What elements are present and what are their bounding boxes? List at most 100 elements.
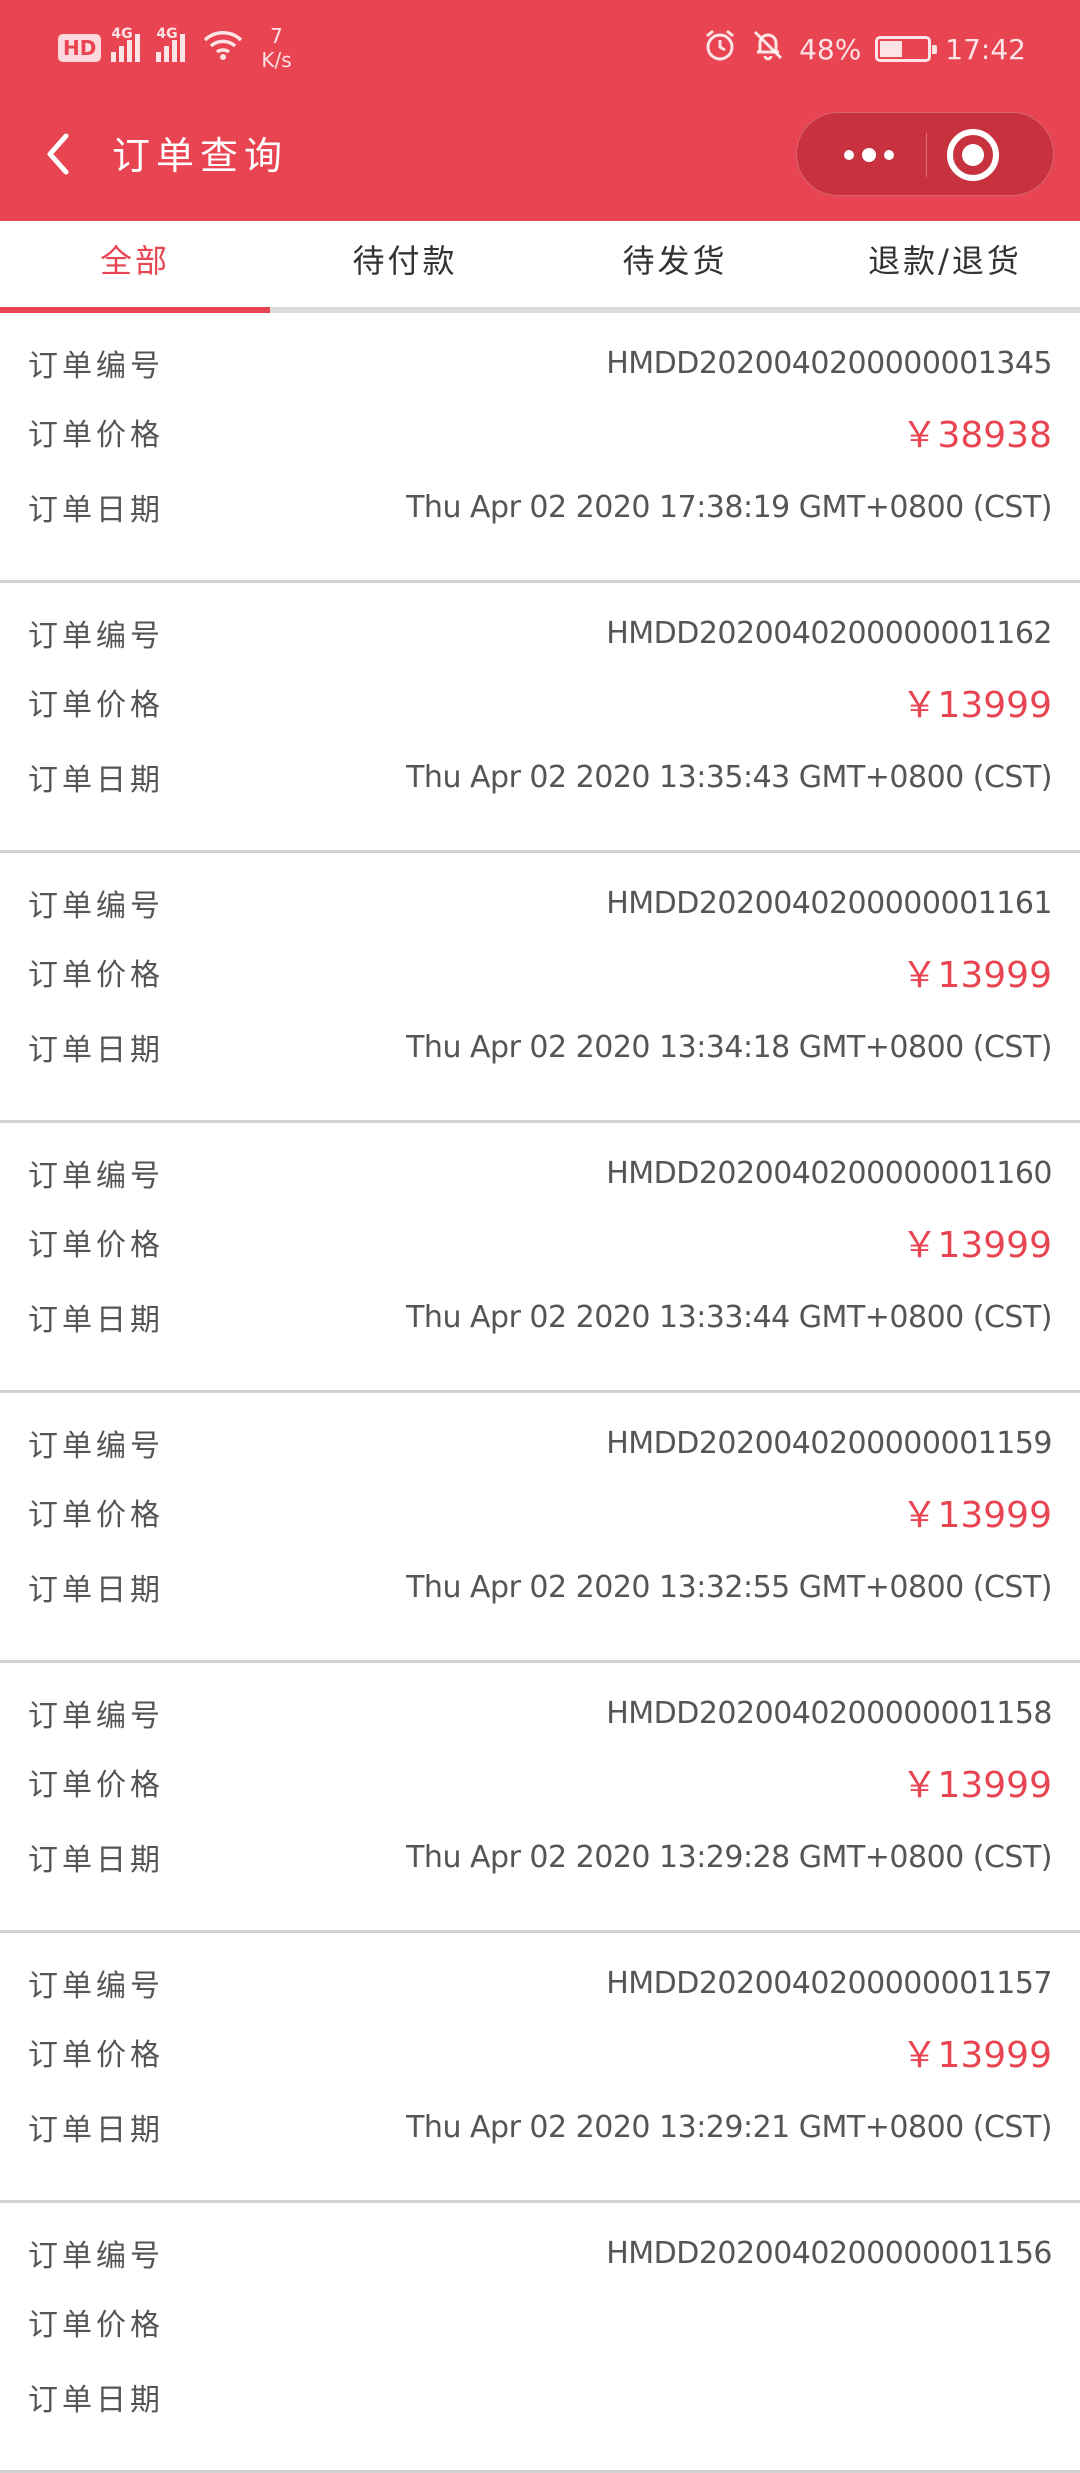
order-price-label: 订单价格 (28, 1768, 164, 1803)
order-number-row: 订单编号 HMDD2020040200000001162 (28, 608, 1052, 658)
order-number-value: HMDD2020040200000001159 (606, 1425, 1052, 1461)
target-icon (962, 144, 984, 166)
chevron-left-icon (47, 133, 69, 175)
order-date-value: Thu Apr 02 2020 17:38:19 GMT+0800 (CST) (406, 489, 1052, 525)
net-speed: 7 K/s (261, 24, 291, 72)
order-price-label: 订单价格 (28, 688, 164, 723)
battery-fill (880, 41, 903, 57)
order-date-label: 订单日期 (28, 1843, 164, 1878)
order-price-row: 订单价格 (28, 2297, 1052, 2347)
tab-1[interactable]: 待付款 (270, 221, 540, 307)
order-list: 订单编号 HMDD2020040200000001345 订单价格 ￥38938 订单日… (0, 313, 1080, 2473)
tab-3[interactable]: 退款/退货 (810, 221, 1080, 307)
order-item[interactable]: 订单编号 HMDD2020040200000001159 订单价格 ￥13999 订单日… (0, 1393, 1080, 1663)
order-price-label: 订单价格 (28, 2308, 164, 2343)
order-price-row: 订单价格 ￥13999 (28, 1217, 1052, 1267)
order-number-value: HMDD2020040200000001160 (606, 1155, 1052, 1191)
order-price-value: ￥13999 (901, 2035, 1052, 2076)
order-number-value: HMDD2020040200000001158 (606, 1695, 1052, 1731)
order-date-row: 订单日期 Thu Apr 02 2020 13:33:44 GMT+0800 (C… (28, 1292, 1052, 1342)
signal-4g-icon: 4G (111, 26, 141, 62)
order-price-label: 订单价格 (28, 2038, 164, 2073)
tab-0[interactable]: 全部 (0, 221, 270, 313)
order-number-label: 订单编号 (28, 619, 164, 654)
order-item[interactable]: 订单编号 HMDD2020040200000001156 订单价格订单日期 (0, 2203, 1080, 2473)
order-date-value: Thu Apr 02 2020 13:29:21 GMT+0800 (CST) (406, 2109, 1052, 2145)
order-number-row: 订单编号 HMDD2020040200000001157 (28, 1958, 1052, 2008)
order-price-label: 订单价格 (28, 418, 164, 453)
order-price-value: ￥13999 (901, 1495, 1052, 1536)
order-number-value: HMDD2020040200000001162 (606, 615, 1052, 651)
hd-icon: HD (58, 34, 102, 62)
more-button[interactable] (819, 113, 919, 197)
order-number-row: 订单编号 HMDD2020040200000001345 (28, 338, 1052, 388)
status-bar: HD 4G 4G 7 K/s 48% 17:42 (0, 0, 1080, 96)
order-tabs: 全部 待付款 待发货 退款/退货 (0, 221, 1080, 313)
order-price-label: 订单价格 (28, 958, 164, 993)
order-date-value: Thu Apr 02 2020 13:29:28 GMT+0800 (CST) (406, 1839, 1052, 1875)
order-date-label: 订单日期 (28, 493, 164, 528)
order-date-label: 订单日期 (28, 1033, 164, 1068)
back-button[interactable] (30, 124, 90, 184)
nav-bar: 订单查询 (0, 96, 1080, 221)
order-date-row: 订单日期 Thu Apr 02 2020 13:32:55 GMT+0800 (C… (28, 1562, 1052, 1612)
order-number-label: 订单编号 (28, 1969, 164, 2004)
battery-icon (875, 36, 938, 62)
order-number-label: 订单编号 (28, 1429, 164, 1464)
order-date-value: Thu Apr 02 2020 13:32:55 GMT+0800 (CST) (406, 1569, 1052, 1605)
order-price-row: 订单价格 ￥13999 (28, 677, 1052, 727)
app-header: HD 4G 4G 7 K/s 48% 17:42 订单查询 (0, 0, 1080, 221)
order-number-row: 订单编号 HMDD2020040200000001156 (28, 2228, 1052, 2278)
order-number-label: 订单编号 (28, 1699, 164, 1734)
order-item[interactable]: 订单编号 HMDD2020040200000001160 订单价格 ￥13999 订单日… (0, 1123, 1080, 1393)
page-title: 订单查询 (112, 134, 289, 178)
signal-4g-icon: 4G (156, 26, 186, 62)
order-price-row: 订单价格 ￥13999 (28, 1487, 1052, 1537)
clock: 17:42 (945, 32, 1026, 66)
order-price-value: ￥38938 (901, 415, 1052, 456)
order-number-row: 订单编号 HMDD2020040200000001160 (28, 1148, 1052, 1198)
order-date-value: Thu Apr 02 2020 13:33:44 GMT+0800 (CST) (406, 1299, 1052, 1335)
order-date-label: 订单日期 (28, 763, 164, 798)
order-number-label: 订单编号 (28, 889, 164, 924)
order-price-label: 订单价格 (28, 1228, 164, 1263)
order-date-label: 订单日期 (28, 2113, 164, 2148)
tab-2[interactable]: 待发货 (540, 221, 810, 307)
order-item[interactable]: 订单编号 HMDD2020040200000001157 订单价格 ￥13999 订单日… (0, 1933, 1080, 2203)
order-date-row: 订单日期 Thu Apr 02 2020 17:38:19 GMT+0800 (C… (28, 482, 1052, 532)
more-dots-icon (844, 150, 854, 160)
order-number-label: 订单编号 (28, 1159, 164, 1194)
order-number-value: HMDD2020040200000001157 (606, 1965, 1052, 2001)
miniprogram-capsule (796, 112, 1054, 196)
order-price-row: 订单价格 ￥13999 (28, 947, 1052, 997)
order-date-row: 订单日期 Thu Apr 02 2020 13:29:21 GMT+0800 (C… (28, 2102, 1052, 2152)
order-number-label: 订单编号 (28, 2239, 164, 2274)
net-type-label: 4G (111, 26, 133, 42)
net-speed-value: 7 (270, 24, 283, 48)
order-number-row: 订单编号 HMDD2020040200000001159 (28, 1418, 1052, 1468)
order-date-row: 订单日期 (28, 2372, 1052, 2422)
close-miniprogram-button[interactable] (947, 129, 999, 181)
order-item[interactable]: 订单编号 HMDD2020040200000001161 订单价格 ￥13999 订单日… (0, 853, 1080, 1123)
status-right: 48% 17:42 (703, 28, 1026, 70)
order-price-value: ￥13999 (901, 955, 1052, 996)
net-speed-unit: K/s (261, 48, 292, 72)
net-type-label: 4G (156, 26, 178, 42)
alarm-icon (703, 28, 737, 70)
order-price-row: 订单价格 ￥13999 (28, 2027, 1052, 2077)
order-number-value: HMDD2020040200000001345 (606, 345, 1052, 381)
status-left: HD 4G 4G 7 K/s (58, 24, 292, 72)
order-number-row: 订单编号 HMDD2020040200000001158 (28, 1688, 1052, 1738)
order-price-value: ￥13999 (901, 1225, 1052, 1266)
order-item[interactable]: 订单编号 HMDD2020040200000001158 订单价格 ￥13999 订单日… (0, 1663, 1080, 1933)
order-date-row: 订单日期 Thu Apr 02 2020 13:29:28 GMT+0800 (C… (28, 1832, 1052, 1882)
mute-bell-icon (751, 28, 785, 70)
capsule-divider (926, 133, 927, 177)
order-date-label: 订单日期 (28, 2383, 164, 2418)
order-date-value: Thu Apr 02 2020 13:34:18 GMT+0800 (CST) (406, 1029, 1052, 1065)
order-date-value: Thu Apr 02 2020 13:35:43 GMT+0800 (CST) (406, 759, 1052, 795)
order-item[interactable]: 订单编号 HMDD2020040200000001162 订单价格 ￥13999 订单日… (0, 583, 1080, 853)
order-item[interactable]: 订单编号 HMDD2020040200000001345 订单价格 ￥38938 订单日… (0, 313, 1080, 583)
order-number-value: HMDD2020040200000001161 (606, 885, 1052, 921)
order-price-value: ￥13999 (901, 685, 1052, 726)
